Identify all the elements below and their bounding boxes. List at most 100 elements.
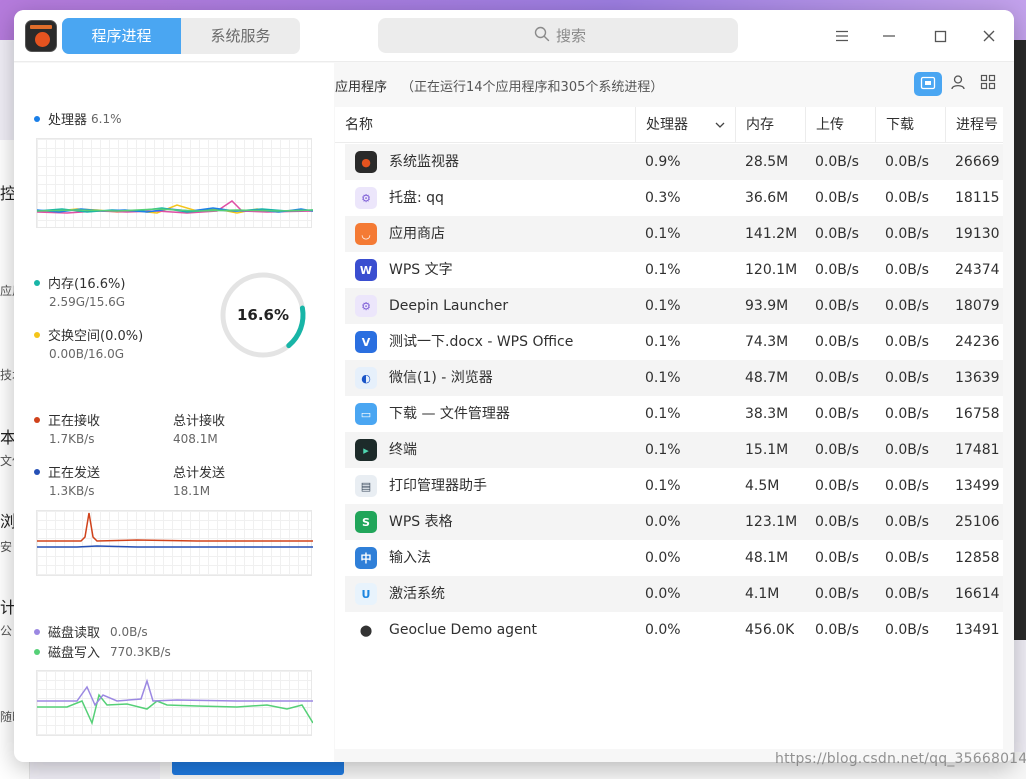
section-header: 应用程序 （正在运行14个应用程序和305个系统进程） bbox=[335, 76, 663, 95]
cpu-legend: 处理器 6.1% bbox=[34, 109, 122, 128]
table-row[interactable]: ◡ 应用商店 0.1% 141.2M 0.0B/s 0.0B/s 19130 bbox=[345, 216, 1003, 252]
column-header-cpu-label: 处理器 bbox=[646, 117, 688, 133]
table-row[interactable]: ▭ 下载 — 文件管理器 0.1% 38.3M 0.0B/s 0.0B/s 16… bbox=[345, 396, 1003, 432]
recv-line bbox=[37, 512, 313, 542]
recv-dot-icon bbox=[34, 416, 40, 423]
browser-icon: ◐ bbox=[355, 367, 377, 389]
total-recv-label: 总计接收 bbox=[173, 414, 226, 429]
table-row[interactable]: ⚙ 托盘: qq 0.3% 36.6M 0.0B/s 0.0B/s 18115 bbox=[345, 180, 1003, 216]
table-row[interactable]: ⚙ Deepin Launcher 0.1% 93.9M 0.0B/s 0.0B… bbox=[345, 288, 1003, 324]
table-row[interactable]: 中 输入法 0.0% 48.1M 0.0B/s 0.0B/s 12858 bbox=[345, 540, 1003, 576]
process-pid: 13499 bbox=[955, 478, 1000, 494]
section-note: （正在运行14个应用程序和305个系统进程） bbox=[401, 80, 664, 95]
process-download: 0.0B/s bbox=[885, 442, 929, 458]
process-upload: 0.0B/s bbox=[815, 586, 859, 602]
location-pin-icon: ⬤ bbox=[355, 619, 377, 641]
printer-icon: ▤ bbox=[355, 475, 377, 497]
process-pid: 16758 bbox=[955, 406, 1000, 422]
disk-read-line bbox=[37, 678, 313, 707]
process-upload: 0.0B/s bbox=[815, 514, 859, 530]
process-table: 名称 处理器 内存 上传 下载 进程号 ● 系统监视器 0.9% 28.5M 0… bbox=[335, 107, 1003, 749]
process-cpu: 0.1% bbox=[645, 298, 681, 314]
process-download: 0.0B/s bbox=[885, 622, 929, 638]
process-download: 0.0B/s bbox=[885, 514, 929, 530]
process-pid: 24374 bbox=[955, 262, 1000, 278]
process-pid: 13639 bbox=[955, 370, 1000, 386]
table-row[interactable]: ◐ 微信(1) - 浏览器 0.1% 48.7M 0.0B/s 0.0B/s 1… bbox=[345, 360, 1003, 396]
process-pid: 25106 bbox=[955, 514, 1000, 530]
process-pid: 17481 bbox=[955, 442, 1000, 458]
maximize-icon[interactable] bbox=[928, 24, 952, 48]
process-download: 0.0B/s bbox=[885, 478, 929, 494]
process-memory: 36.6M bbox=[745, 190, 789, 206]
disk-write-value: 770.3KB/s bbox=[110, 644, 171, 659]
column-header-name[interactable]: 名称 bbox=[335, 107, 635, 143]
column-header-upload[interactable]: 上传 bbox=[805, 107, 875, 143]
column-header-download[interactable]: 下载 bbox=[875, 107, 945, 143]
app-view-button[interactable] bbox=[914, 72, 942, 96]
cpu-label: 处理器 bbox=[48, 113, 88, 128]
table-row[interactable]: S WPS 表格 0.0% 123.1M 0.0B/s 0.0B/s 25106 bbox=[345, 504, 1003, 540]
search-input[interactable]: 搜索 bbox=[378, 18, 738, 53]
cpu-chart bbox=[36, 138, 313, 228]
process-cpu: 0.9% bbox=[645, 154, 681, 170]
disk-read-dot-icon bbox=[34, 628, 40, 635]
wps-writer-icon: W bbox=[355, 259, 377, 281]
process-name: 系统监视器 bbox=[389, 154, 459, 170]
process-upload: 0.0B/s bbox=[815, 298, 859, 314]
table-row[interactable]: V 测试一下.docx - WPS Office 0.1% 74.3M 0.0B… bbox=[345, 324, 1003, 360]
app-store-icon: ◡ bbox=[355, 223, 377, 245]
tab-services[interactable]: 系统服务 bbox=[181, 18, 300, 54]
process-upload: 0.0B/s bbox=[815, 334, 859, 350]
process-cpu: 0.0% bbox=[645, 514, 681, 530]
process-name: 微信(1) - 浏览器 bbox=[389, 370, 493, 386]
process-pid: 19130 bbox=[955, 226, 1000, 242]
user-icon bbox=[950, 74, 966, 94]
process-upload: 0.0B/s bbox=[815, 442, 859, 458]
all-view-button[interactable] bbox=[974, 72, 1002, 96]
memory-legend: 内存(16.6%) bbox=[34, 273, 125, 292]
menu-icon[interactable] bbox=[830, 24, 854, 48]
column-header-memory[interactable]: 内存 bbox=[735, 107, 805, 143]
process-cpu: 0.0% bbox=[645, 622, 681, 638]
close-icon[interactable] bbox=[977, 24, 1001, 48]
swap-dot-icon bbox=[34, 331, 40, 338]
file-manager-icon: ▭ bbox=[355, 403, 377, 425]
process-download: 0.0B/s bbox=[885, 190, 929, 206]
table-row[interactable]: U 激活系统 0.0% 4.1M 0.0B/s 0.0B/s 16614 bbox=[345, 576, 1003, 612]
process-upload: 0.0B/s bbox=[815, 478, 859, 494]
process-download: 0.0B/s bbox=[885, 586, 929, 602]
process-memory: 38.3M bbox=[745, 406, 789, 422]
process-name: Geoclue Demo agent bbox=[389, 622, 538, 638]
send-label: 正在发送 bbox=[48, 466, 101, 481]
tab-processes[interactable]: 程序进程 bbox=[62, 18, 181, 54]
memory-dot-icon bbox=[34, 279, 40, 286]
process-pid: 13491 bbox=[955, 622, 1000, 638]
process-upload: 0.0B/s bbox=[815, 550, 859, 566]
process-cpu: 0.1% bbox=[645, 442, 681, 458]
table-row[interactable]: W WPS 文字 0.1% 120.1M 0.0B/s 0.0B/s 24374 bbox=[345, 252, 1003, 288]
resource-panel: 处理器 6.1% 内存(16.6%) 2.59G/15.6G 交换空间(0.0%… bbox=[14, 63, 334, 762]
table-row[interactable]: ▤ 打印管理器助手 0.1% 4.5M 0.0B/s 0.0B/s 13499 bbox=[345, 468, 1003, 504]
process-memory: 456.0K bbox=[745, 622, 795, 638]
process-cpu: 0.0% bbox=[645, 586, 681, 602]
table-row[interactable]: ● 系统监视器 0.9% 28.5M 0.0B/s 0.0B/s 26669 bbox=[345, 144, 1003, 180]
table-row[interactable]: ▸ 终端 0.1% 15.1M 0.0B/s 0.0B/s 17481 bbox=[345, 432, 1003, 468]
table-row[interactable]: ⬤ Geoclue Demo agent 0.0% 456.0K 0.0B/s … bbox=[345, 612, 1003, 648]
minimize-icon[interactable] bbox=[877, 24, 901, 48]
process-upload: 0.0B/s bbox=[815, 262, 859, 278]
column-header-cpu[interactable]: 处理器 bbox=[635, 107, 735, 143]
process-pid: 12858 bbox=[955, 550, 1000, 566]
background-text: 安 bbox=[0, 540, 13, 554]
process-cpu: 0.1% bbox=[645, 334, 681, 350]
process-memory: 48.1M bbox=[745, 550, 789, 566]
system-monitor-window: 程序进程 系统服务 搜索 处理器 6.1% 内存(16.6%) 2.59G/15… bbox=[14, 10, 1014, 762]
terminal-icon: ▸ bbox=[355, 439, 377, 461]
disk-write-legend: 磁盘写入 770.3KB/s bbox=[34, 642, 171, 661]
search-icon bbox=[534, 26, 550, 46]
disk-read-legend: 磁盘读取 0.0B/s bbox=[34, 622, 148, 641]
process-download: 0.0B/s bbox=[885, 334, 929, 350]
process-download: 0.0B/s bbox=[885, 262, 929, 278]
user-view-button[interactable] bbox=[944, 72, 972, 96]
column-header-pid[interactable]: 进程号 bbox=[945, 107, 1003, 143]
